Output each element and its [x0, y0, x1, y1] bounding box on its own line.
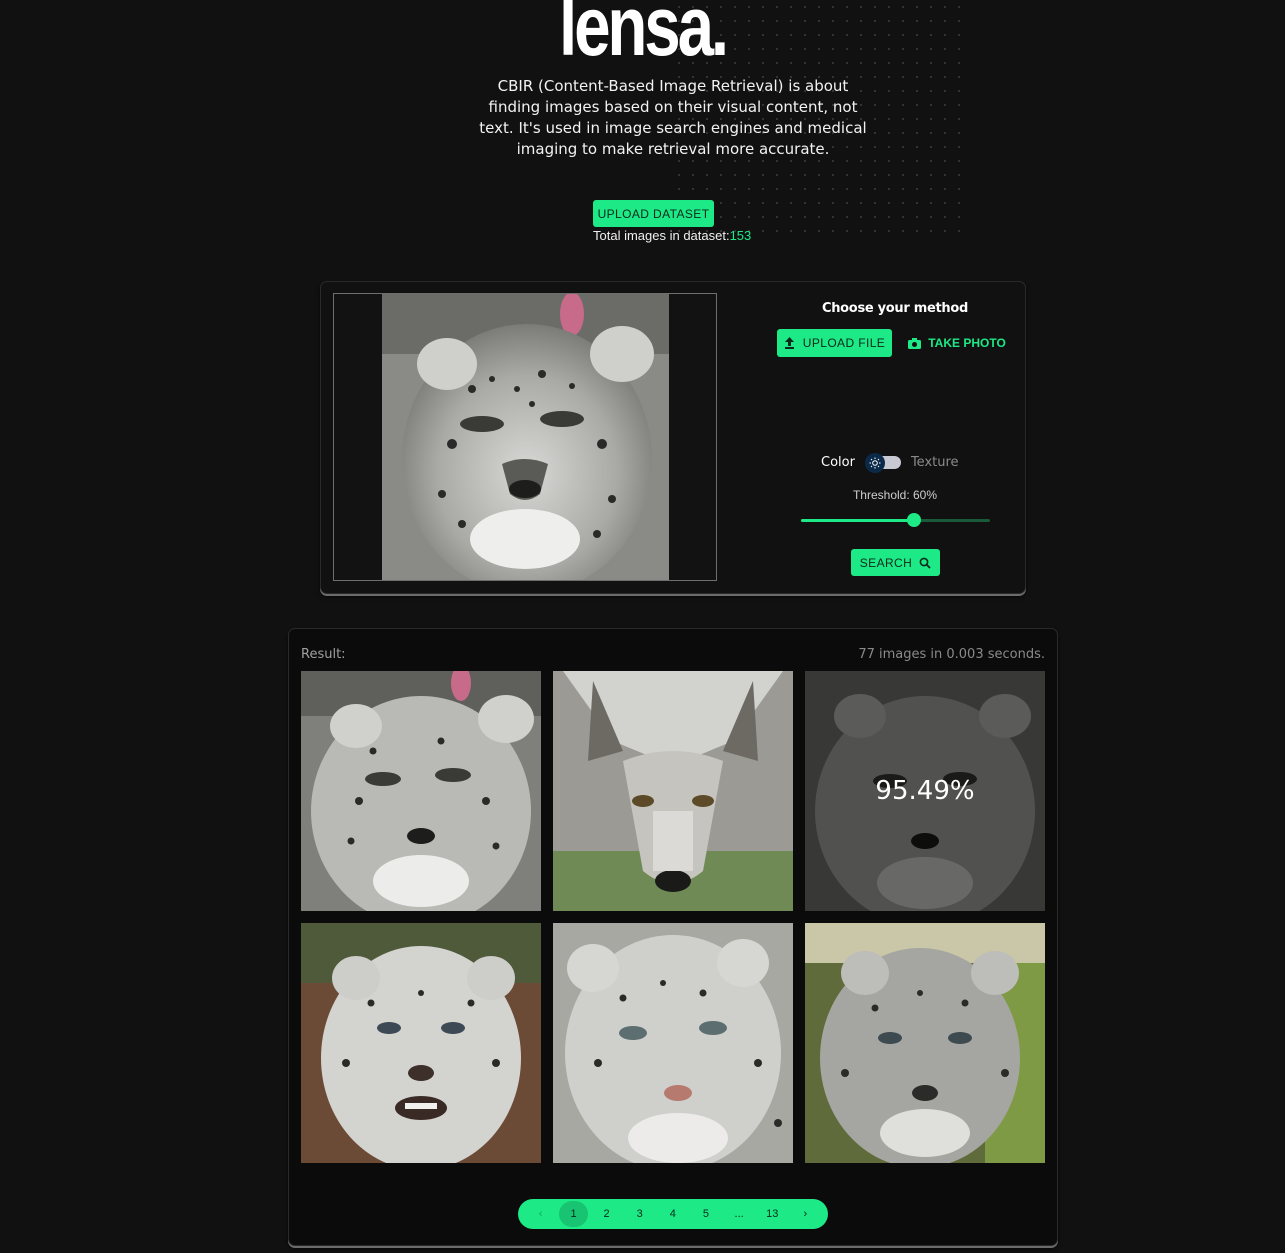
- search-button[interactable]: SEARCH: [851, 549, 940, 576]
- page-5[interactable]: 5: [689, 1201, 722, 1227]
- results-panel: Result: 77 images in 0.003 seconds. 95.4…: [288, 628, 1058, 1246]
- threshold-label: Threshold: 60%: [852, 488, 938, 502]
- query-preview-frame: [333, 293, 717, 581]
- slider-thumb[interactable]: [907, 513, 922, 527]
- upload-icon: [784, 337, 794, 349]
- upload-file-label: UPLOAD FILE: [802, 336, 886, 350]
- result-image[interactable]: [553, 923, 793, 1163]
- take-photo-label: TAKE PHOTO: [928, 336, 1006, 350]
- mode-color-label: Color: [821, 454, 855, 470]
- query-preview-image: [382, 294, 669, 580]
- page-1[interactable]: 1: [559, 1201, 588, 1227]
- take-photo-button[interactable]: TAKE PHOTO: [907, 329, 1007, 357]
- query-panel: Choose your method UPLOAD FILE TAKE PHOT…: [320, 281, 1026, 594]
- result-label: Result:: [301, 647, 346, 662]
- result-image[interactable]: [301, 923, 541, 1163]
- mode-texture-label: Texture: [910, 454, 959, 470]
- dataset-total-count: 153: [729, 228, 752, 243]
- result-image-hovered[interactable]: 95.49%: [805, 671, 1045, 911]
- page-13[interactable]: 13: [756, 1201, 789, 1227]
- camera-icon: [908, 337, 922, 349]
- upload-dataset-button[interactable]: UPLOAD DATASET: [593, 200, 714, 227]
- search-icon: [919, 557, 931, 569]
- slider-fill: [801, 519, 915, 522]
- upload-file-button[interactable]: UPLOAD FILE: [777, 329, 892, 357]
- app-logo: lensa.: [558, 0, 729, 73]
- similarity-score: 95.49%: [805, 671, 1045, 911]
- page-ellipsis: ...: [734, 1208, 744, 1220]
- dataset-total-label: Total images in dataset:: [593, 228, 730, 243]
- sun-icon: [869, 457, 881, 469]
- intro-text: CBIR (Content-Based Image Retrieval) is …: [479, 77, 867, 158]
- result-image[interactable]: [805, 923, 1045, 1163]
- result-image[interactable]: [553, 671, 793, 911]
- search-label: SEARCH: [859, 555, 913, 570]
- pagination-prev[interactable]: ‹: [524, 1201, 557, 1227]
- threshold-slider[interactable]: [801, 513, 990, 527]
- page-3[interactable]: 3: [623, 1201, 656, 1227]
- page-2[interactable]: 2: [590, 1201, 623, 1227]
- color-texture-toggle[interactable]: [864, 453, 901, 473]
- page-4[interactable]: 4: [656, 1201, 689, 1227]
- toggle-knob: [864, 453, 885, 473]
- pagination: ‹ 1 2 3 4 5 ... 13 ›: [518, 1199, 828, 1229]
- result-image[interactable]: [301, 671, 541, 911]
- method-title: Choose your method: [821, 301, 968, 316]
- mode-toggle-row: Color Texture: [821, 452, 971, 473]
- dataset-total: Total images in dataset:153: [593, 228, 751, 243]
- pagination-next[interactable]: ›: [789, 1201, 822, 1227]
- result-stats: 77 images in 0.003 seconds.: [858, 647, 1045, 662]
